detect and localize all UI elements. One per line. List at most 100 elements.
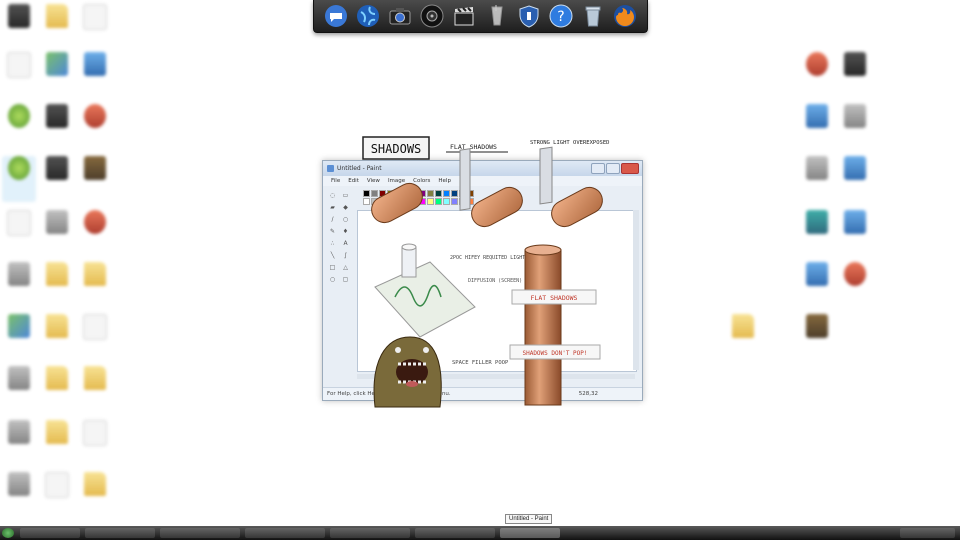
globe-icon[interactable] (355, 3, 381, 29)
desktop-icon[interactable] (2, 210, 36, 256)
color-swatch[interactable] (411, 198, 418, 205)
desktop-icon[interactable] (800, 52, 834, 98)
color-swatch[interactable] (363, 190, 370, 197)
color-swatch[interactable] (379, 198, 386, 205)
desktop-icon[interactable] (78, 4, 112, 50)
start-button[interactable] (2, 528, 14, 538)
desktop-icon[interactable] (838, 156, 872, 202)
desktop-icon[interactable] (40, 420, 74, 466)
menu-edit[interactable]: Edit (348, 178, 359, 184)
desktop-icon[interactable] (2, 4, 36, 50)
eyedropper-icon[interactable]: / (327, 214, 338, 224)
color-swatch[interactable] (427, 198, 434, 205)
maximize-button[interactable] (606, 163, 620, 174)
desktop-icon[interactable] (40, 52, 74, 98)
pencil-icon[interactable]: ✎ (327, 226, 338, 236)
menu-help[interactable]: Help (438, 178, 451, 184)
firefox-icon[interactable] (612, 3, 638, 29)
desktop-icon[interactable] (78, 262, 112, 308)
desktop-icon[interactable] (40, 210, 74, 256)
desktop-icon[interactable] (800, 314, 834, 360)
rounded-rect-icon[interactable]: ▢ (340, 274, 351, 284)
desktop-icon[interactable] (40, 262, 74, 308)
clapper-icon[interactable] (451, 3, 477, 29)
messenger-icon[interactable] (323, 3, 349, 29)
taskbar-item[interactable] (415, 528, 495, 538)
taskbar-item[interactable] (330, 528, 410, 538)
menu-colors[interactable]: Colors (413, 178, 430, 184)
brush-icon[interactable]: ♦ (340, 226, 351, 236)
color-swatch[interactable] (403, 198, 410, 205)
curve-icon[interactable]: ∫ (340, 250, 351, 260)
color-swatch[interactable] (403, 190, 410, 197)
desktop-icon[interactable] (40, 156, 74, 202)
desktop-icon[interactable] (800, 210, 834, 256)
color-swatch[interactable] (419, 198, 426, 205)
polygon-icon[interactable]: △ (340, 262, 351, 272)
color-swatch[interactable] (435, 190, 442, 197)
desktop-icon[interactable] (2, 420, 36, 466)
music-icon[interactable] (419, 3, 445, 29)
desktop-icon[interactable] (40, 314, 74, 360)
taskbar-item[interactable] (160, 528, 240, 538)
desktop-icon[interactable] (78, 210, 112, 256)
color-swatch[interactable] (411, 190, 418, 197)
taskbar-item-paint[interactable] (500, 528, 560, 538)
color-swatch[interactable] (379, 190, 386, 197)
drink-glass-icon[interactable] (484, 3, 510, 29)
desktop-icon[interactable] (800, 104, 834, 150)
desktop-icon[interactable] (78, 156, 112, 202)
desktop-icon[interactable] (78, 472, 112, 518)
color-swatch[interactable] (443, 190, 450, 197)
close-button[interactable] (621, 163, 639, 174)
desktop-icon[interactable] (40, 104, 74, 150)
free-select-icon[interactable]: ◌ (327, 190, 338, 200)
desktop-icon-selected[interactable] (2, 156, 36, 202)
desktop-icon[interactable] (726, 314, 760, 360)
desktop-icon[interactable] (78, 314, 112, 360)
ellipse-icon[interactable]: ○ (327, 274, 338, 284)
color-swatch[interactable] (371, 198, 378, 205)
desktop-icon[interactable] (838, 262, 872, 308)
desktop-icon[interactable] (838, 104, 872, 150)
color-swatch[interactable] (451, 198, 458, 205)
desktop-icon[interactable] (78, 52, 112, 98)
desktop-icon[interactable] (78, 104, 112, 150)
color-swatch[interactable] (443, 198, 450, 205)
color-swatch[interactable] (387, 198, 394, 205)
taskbar-item[interactable] (245, 528, 325, 538)
eraser-icon[interactable]: ▰ (327, 202, 338, 212)
paint-canvas[interactable] (357, 210, 637, 372)
color-swatch[interactable] (395, 198, 402, 205)
color-swatch[interactable] (419, 190, 426, 197)
desktop-icon[interactable] (78, 366, 112, 412)
color-swatch[interactable] (467, 190, 474, 197)
line-icon[interactable]: ╲ (327, 250, 338, 260)
taskbar-item[interactable] (85, 528, 155, 538)
desktop-icon[interactable] (2, 104, 36, 150)
rectangle-icon[interactable]: □ (327, 262, 338, 272)
text-icon[interactable]: A (340, 238, 351, 248)
desktop-icon[interactable] (2, 366, 36, 412)
camera-icon[interactable] (387, 3, 413, 29)
desktop-icon[interactable] (2, 472, 36, 518)
desktop-icon[interactable] (2, 52, 36, 98)
desktop-icon[interactable] (2, 262, 36, 308)
desktop-icon[interactable] (800, 262, 834, 308)
taskbar-item[interactable] (20, 528, 80, 538)
color-swatch[interactable] (395, 190, 402, 197)
fill-icon[interactable]: ◆ (340, 202, 351, 212)
desktop-icon[interactable] (40, 4, 74, 50)
color-swatch[interactable] (371, 190, 378, 197)
shield-icon[interactable] (516, 3, 542, 29)
desktop-icon[interactable] (40, 472, 74, 518)
desktop-icon[interactable] (838, 210, 872, 256)
color-swatch[interactable] (427, 190, 434, 197)
color-swatch[interactable] (363, 198, 370, 205)
desktop-icon[interactable] (800, 156, 834, 202)
menu-image[interactable]: Image (388, 178, 405, 184)
color-swatch[interactable] (451, 190, 458, 197)
menu-file[interactable]: File (331, 178, 340, 184)
horizontal-scrollbar[interactable] (357, 374, 635, 379)
paint-titlebar[interactable]: Untitled - Paint (323, 161, 642, 176)
